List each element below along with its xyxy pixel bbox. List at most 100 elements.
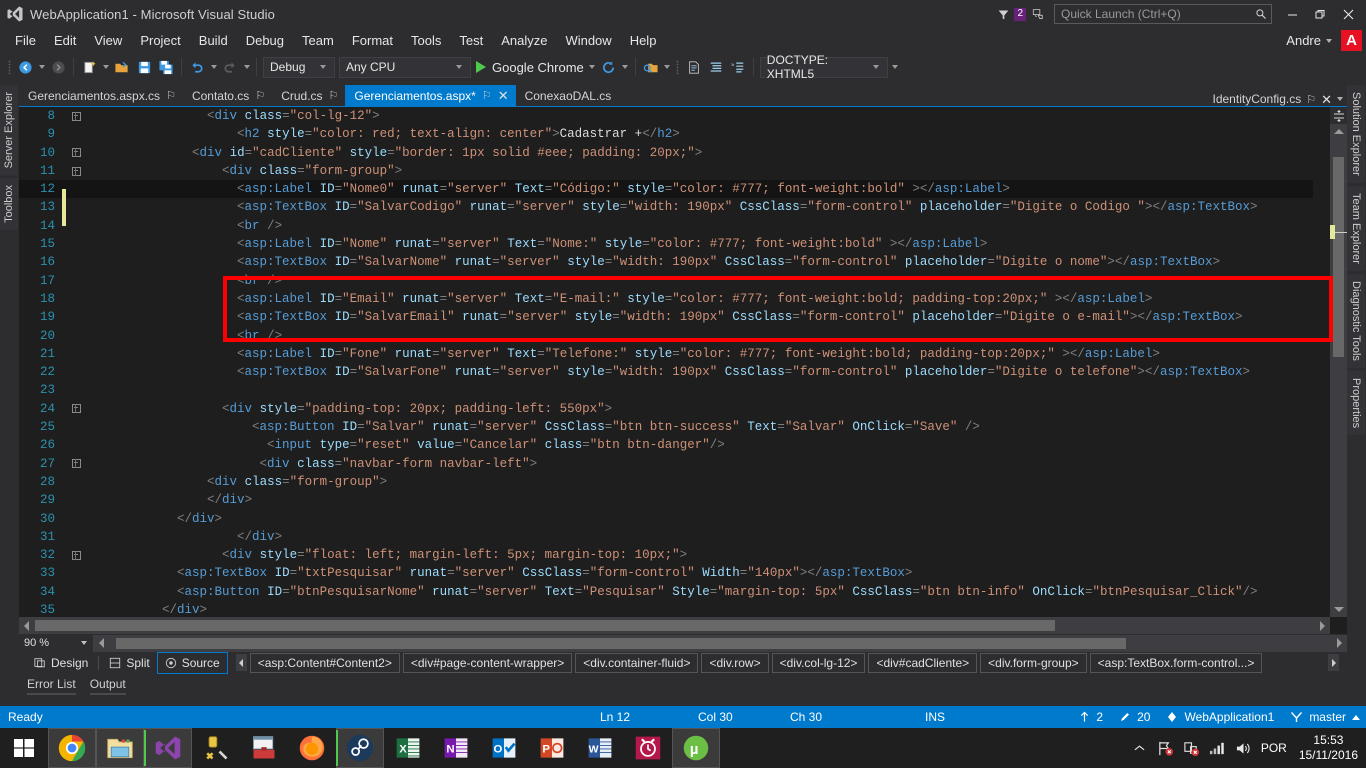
menu-format[interactable]: Format bbox=[343, 30, 402, 51]
code-text[interactable]: <div style="padding-top: 20px; padding-l… bbox=[83, 400, 612, 418]
status-solution[interactable]: WebApplication1 bbox=[1184, 710, 1274, 724]
code-text[interactable]: <asp:Label ID="Nome0" runat="server" Tex… bbox=[83, 180, 1010, 198]
show-hidden-icons-icon[interactable] bbox=[1131, 739, 1149, 757]
taskbar-microsoft-powerpoint[interactable]: P bbox=[528, 728, 576, 768]
collapse-icon[interactable]: − bbox=[71, 550, 81, 560]
breadcrumb-item[interactable]: <div.row> bbox=[701, 652, 769, 673]
code-line[interactable]: 13 <asp:TextBox ID="SalvarCodigo" runat=… bbox=[19, 198, 1313, 226]
breadcrumb-item[interactable]: <div.form-group> bbox=[980, 652, 1087, 673]
horizontal-scroll-thumb[interactable] bbox=[35, 620, 1055, 631]
code-line[interactable]: 28 <div class="form-group"> bbox=[19, 473, 1313, 491]
code-line[interactable]: 12 <asp:Label ID="Nome0" runat="server" … bbox=[19, 180, 1313, 208]
breadcrumb-scroll-right[interactable] bbox=[1328, 654, 1339, 671]
code-line[interactable]: 33 <asp:TextBox ID="txtPesquisar" runat=… bbox=[19, 564, 1313, 582]
send-feedback-icon[interactable] bbox=[1026, 4, 1052, 24]
split-view-button[interactable]: Split bbox=[102, 653, 156, 673]
collapse-icon[interactable]: − bbox=[71, 111, 81, 121]
fold-column[interactable]: − bbox=[69, 111, 83, 121]
signal-bars-icon[interactable] bbox=[1209, 739, 1227, 757]
code-text[interactable]: <div class="navbar-form navbar-left"> bbox=[83, 455, 538, 473]
start-debugging-button[interactable]: Google Chrome bbox=[473, 56, 587, 78]
fold-column[interactable]: − bbox=[69, 166, 83, 176]
pin-icon[interactable]: ⚐ bbox=[482, 89, 492, 102]
redo-dropdown[interactable] bbox=[241, 56, 252, 78]
navigate-forward-icon[interactable] bbox=[47, 56, 69, 78]
code-text[interactable]: <asp:Label ID="Fone" runat="server" Text… bbox=[83, 345, 1160, 363]
design-view-button[interactable]: Design bbox=[27, 653, 95, 673]
find-in-files-icon[interactable] bbox=[640, 56, 662, 78]
code-text[interactable]: <asp:TextBox ID="SalvarEmail" runat="ser… bbox=[83, 308, 1242, 326]
collapse-icon[interactable]: − bbox=[71, 459, 81, 469]
fold-column[interactable]: − bbox=[69, 550, 83, 560]
menu-analyze[interactable]: Analyze bbox=[492, 30, 556, 51]
fold-column[interactable]: − bbox=[69, 404, 83, 414]
code-text[interactable]: <div class="form-group"> bbox=[83, 473, 387, 491]
taskbar-file-explorer[interactable] bbox=[96, 728, 144, 768]
code-lines[interactable]: 8− <div class="col-lg-12"> 9 <h2 style="c… bbox=[19, 107, 1313, 617]
code-line[interactable]: 29 </div> bbox=[19, 491, 1313, 509]
volume-icon[interactable] bbox=[1235, 739, 1253, 757]
taskbar-dev-tools[interactable] bbox=[192, 728, 240, 768]
collapse-icon[interactable]: − bbox=[71, 404, 81, 414]
toolbar-overflow[interactable] bbox=[890, 56, 901, 78]
tab-error-list[interactable]: Error List bbox=[27, 677, 76, 695]
code-line[interactable]: 14 <br /> bbox=[19, 217, 1313, 235]
code-line[interactable]: 18 <asp:Label ID="Email" runat="server" … bbox=[19, 290, 1313, 308]
code-text[interactable]: </div> bbox=[83, 528, 282, 546]
breadcrumb-item[interactable]: <asp:TextBox.form-control...> bbox=[1089, 652, 1263, 673]
code-text[interactable]: <asp:Button ID="btnPesquisarNome" runat=… bbox=[83, 583, 1257, 601]
minimize-button[interactable] bbox=[1278, 1, 1306, 27]
code-line[interactable]: 20 <br /> bbox=[19, 327, 1313, 345]
feedback-funnel-icon[interactable] bbox=[990, 4, 1016, 24]
quick-launch-input[interactable]: Quick Launch (Ctrl+Q) bbox=[1054, 4, 1272, 24]
code-line[interactable]: 24 − <div style="padding-top: 20px; paddi… bbox=[19, 400, 1313, 418]
code-text[interactable]: <asp:TextBox ID="txtPesquisar" runat="se… bbox=[83, 564, 912, 582]
restore-button[interactable] bbox=[1306, 1, 1334, 27]
code-text[interactable]: </div> bbox=[83, 510, 222, 528]
navigate-back-icon[interactable] bbox=[14, 56, 36, 78]
sidedock-team-explorer[interactable]: Team Explorer bbox=[1347, 185, 1365, 271]
undo-dropdown[interactable] bbox=[208, 56, 219, 78]
run-target-dropdown[interactable] bbox=[587, 56, 598, 78]
taskbar-steam[interactable] bbox=[336, 728, 384, 768]
undo-icon[interactable] bbox=[186, 56, 208, 78]
code-line[interactable]: 26 <input type="reset" value="Cancelar" … bbox=[19, 436, 1313, 454]
code-viewport[interactable]: 8− <div class="col-lg-12"> 9 <h2 style="c… bbox=[19, 107, 1313, 617]
status-edits[interactable]: 20 bbox=[1137, 710, 1150, 724]
menu-edit[interactable]: Edit bbox=[45, 30, 85, 51]
taskbar-mozilla-firefox[interactable] bbox=[288, 728, 336, 768]
code-text[interactable]: <div style="float: left; margin-left: 5p… bbox=[83, 546, 687, 564]
tab-crud-cs[interactable]: Crud.cs ⚐ bbox=[272, 85, 346, 106]
close-icon[interactable]: ✕ bbox=[498, 89, 509, 102]
taskbar-visual-studio[interactable] bbox=[144, 728, 192, 768]
code-line[interactable]: 15 <asp:Label ID="Nome" runat="server" T… bbox=[19, 235, 1313, 253]
menu-build[interactable]: Build bbox=[190, 30, 237, 51]
code-line[interactable]: 16 <asp:TextBox ID="SalvarNome" runat="s… bbox=[19, 253, 1313, 271]
sidedock-server-explorer[interactable]: Server Explorer bbox=[0, 85, 18, 176]
taskbar-microsoft-excel[interactable]: X bbox=[384, 728, 432, 768]
navigate-back-dropdown[interactable] bbox=[36, 56, 47, 78]
code-text[interactable]: <div id="cadCliente" style="border: 1px … bbox=[83, 144, 702, 162]
chevron-up-icon[interactable] bbox=[1352, 714, 1360, 720]
collapse-icon[interactable]: − bbox=[71, 166, 81, 176]
code-line[interactable]: 11 − <div class="form-group"> bbox=[19, 162, 1313, 180]
sidedock-solution-explorer[interactable]: Solution Explorer bbox=[1347, 85, 1365, 183]
menu-debug[interactable]: Debug bbox=[237, 30, 293, 51]
configuration-combo[interactable]: Debug bbox=[263, 56, 335, 78]
code-text[interactable]: </div> bbox=[83, 601, 207, 617]
toolbar-grip[interactable] bbox=[4, 58, 14, 76]
scroll-left-arrow[interactable] bbox=[94, 635, 109, 652]
sidedock-toolbox[interactable]: Toolbox bbox=[0, 178, 18, 231]
code-line[interactable]: 35 </div> bbox=[19, 601, 1313, 617]
new-item-icon[interactable] bbox=[78, 56, 100, 78]
code-line[interactable]: 17 <br /> bbox=[19, 272, 1313, 290]
code-text[interactable]: <br /> bbox=[83, 327, 282, 345]
fold-column[interactable]: − bbox=[69, 459, 83, 469]
open-file-icon[interactable] bbox=[111, 56, 133, 78]
code-text[interactable]: <br /> bbox=[83, 272, 282, 290]
code-text[interactable]: <div class="col-lg-12"> bbox=[83, 107, 380, 125]
tab-gerenciamentos-aspx[interactable]: Gerenciamentos.aspx* ⚐ ✕ bbox=[345, 85, 516, 106]
menu-help[interactable]: Help bbox=[621, 30, 666, 51]
sidedock-diagnostic-tools[interactable]: Diagnostic Tools bbox=[1347, 273, 1365, 368]
scroll-down-arrow[interactable] bbox=[1330, 602, 1347, 617]
